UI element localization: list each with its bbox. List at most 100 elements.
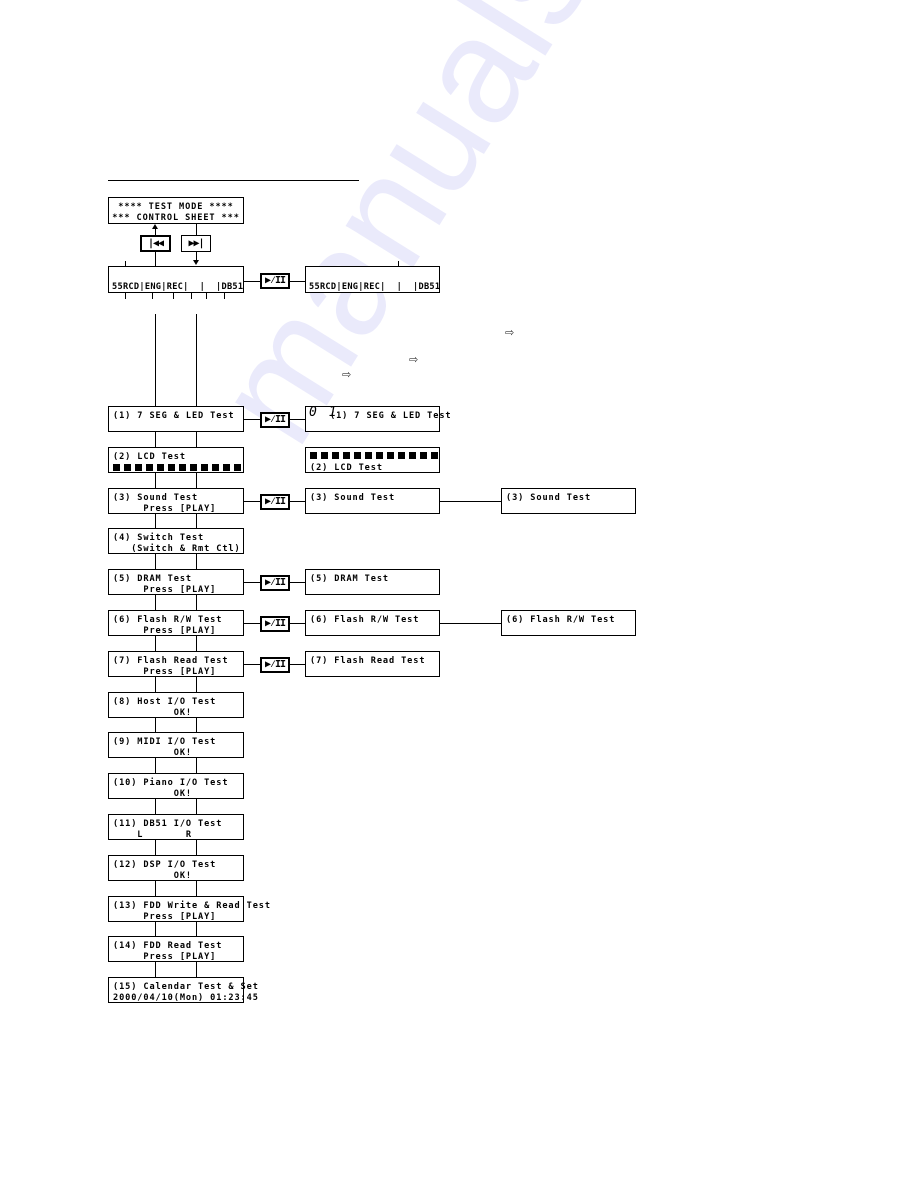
test-title: (15) Calendar Test & Set (113, 982, 259, 992)
test-title: (2) LCD Test (310, 463, 383, 473)
connector (290, 501, 305, 502)
lcd-blocks (113, 464, 241, 471)
heading-underline (108, 180, 359, 181)
test-box: (7) Flash Read Test Press [PLAY] (108, 651, 244, 677)
test-result-box-2: (6) Flash R/W Test (501, 610, 636, 636)
indicator-tick (398, 261, 399, 267)
play-pause-button[interactable]: ▶⁄II (260, 616, 290, 632)
test-subtitle: Press [PLAY] (113, 912, 217, 922)
connector (155, 758, 156, 774)
play-pause-icon: ▶⁄II (264, 659, 286, 670)
test-title: (6) Flash R/W Test (310, 615, 420, 625)
lcd-block (212, 464, 219, 471)
connector (440, 623, 501, 624)
test-subtitle: Press [PLAY] (113, 952, 217, 962)
connector (155, 314, 156, 406)
test-title: (3) Sound Test (113, 493, 199, 503)
test-box: (4) Switch Test (Switch & Rmt Ctl) (108, 528, 244, 554)
test-title: (3) Sound Test (506, 493, 592, 503)
connector (155, 840, 156, 856)
test-box: (14) FDD Read Test Press [PLAY] (108, 936, 244, 962)
test-title: (13) FDD Write & Read Test (113, 901, 271, 911)
status-line: 55RCD|ENG|REC| | |DB51 (309, 282, 441, 292)
lcd-blocks (310, 452, 438, 459)
indicator-tick (224, 293, 225, 299)
test-box: (9) MIDI I/O Test OK! (108, 732, 244, 758)
test-title: (8) Host I/O Test (113, 697, 217, 707)
test-result-box: (3) Sound Test (305, 488, 440, 514)
connector (155, 228, 156, 235)
watermark: manualshive.com (180, 0, 914, 472)
test-title: (7) Flash Read Test (310, 656, 426, 666)
test-subtitle: Press [PLAY] (113, 585, 217, 595)
connector (196, 799, 197, 815)
connector (290, 582, 305, 583)
connector (155, 251, 156, 266)
arrow-down-icon (193, 260, 199, 265)
connector (155, 636, 156, 652)
connector (155, 473, 156, 489)
test-subtitle: OK! (113, 871, 192, 881)
connector (196, 473, 197, 489)
title-line-1: **** TEST MODE **** (118, 202, 234, 212)
test-title: (7) Flash Read Test (113, 656, 229, 666)
test-result-box: (6) Flash R/W Test (305, 610, 440, 636)
skip-back-button[interactable]: |◀◀ (140, 235, 171, 252)
lcd-block (431, 452, 438, 459)
test-title: (14) FDD Read Test (113, 941, 223, 951)
connector (196, 224, 197, 235)
lcd-block (332, 452, 339, 459)
lcd-block (201, 464, 208, 471)
title-line-2: *** CONTROL SHEET *** (112, 213, 240, 223)
test-title: (1) 7 SEG & LED Test (330, 411, 452, 421)
implies-arrow-icon: ⇨ (342, 368, 352, 381)
lcd-block (157, 464, 164, 471)
test-subtitle: Press [PLAY] (113, 667, 217, 677)
play-pause-button[interactable]: ▶⁄II (260, 494, 290, 510)
lcd-block (124, 464, 131, 471)
lcd-block (146, 464, 153, 471)
implies-arrow-icon: ⇨ (409, 353, 419, 366)
connector (196, 554, 197, 570)
test-subtitle: Press [PLAY] (113, 504, 217, 514)
play-pause-button[interactable]: ▶⁄II (260, 657, 290, 673)
lcd-block (113, 464, 120, 471)
lcd-block (354, 452, 361, 459)
test-subtitle: OK! (113, 789, 192, 799)
lcd-block (376, 452, 383, 459)
lcd-block (223, 464, 230, 471)
skip-forward-button[interactable]: ▶▶| (181, 235, 211, 252)
lcd-block (135, 464, 142, 471)
connector (196, 840, 197, 856)
connector (196, 595, 197, 611)
arrow-up-icon (152, 224, 158, 229)
skip-forward-icon: ▶▶| (188, 238, 204, 249)
play-pause-icon: ▶⁄II (264, 618, 286, 629)
connector (244, 582, 260, 583)
implies-arrow-icon: ⇨ (505, 326, 515, 339)
connector (196, 758, 197, 774)
lcd-block (343, 452, 350, 459)
test-title: (10) Piano I/O Test (113, 778, 229, 788)
indicator-tick (206, 293, 207, 299)
connector (244, 664, 260, 665)
test-box: (1) 7 SEG & LED Test (108, 406, 244, 432)
test-box: (8) Host I/O Test OK! (108, 692, 244, 718)
play-pause-button[interactable]: ▶⁄II (260, 273, 290, 289)
play-pause-button[interactable]: ▶⁄II (260, 412, 290, 428)
connector (440, 501, 501, 502)
test-subtitle: 2000/04/10(Mon) 01:23:45 (113, 993, 259, 1003)
test-box: (6) Flash R/W Test Press [PLAY] (108, 610, 244, 636)
connector (155, 881, 156, 897)
test-box: (10) Piano I/O Test OK! (108, 773, 244, 799)
lcd-block (168, 464, 175, 471)
connector (155, 595, 156, 611)
connector (155, 432, 156, 448)
test-subtitle: (Switch & Rmt Ctl) (113, 544, 241, 554)
test-subtitle: Press [PLAY] (113, 626, 217, 636)
connector (290, 281, 305, 282)
play-pause-icon: ▶⁄II (264, 414, 286, 425)
test-result-box-2: (3) Sound Test (501, 488, 636, 514)
test-title: (12) DSP I/O Test (113, 860, 217, 870)
play-pause-button[interactable]: ▶⁄II (260, 575, 290, 591)
